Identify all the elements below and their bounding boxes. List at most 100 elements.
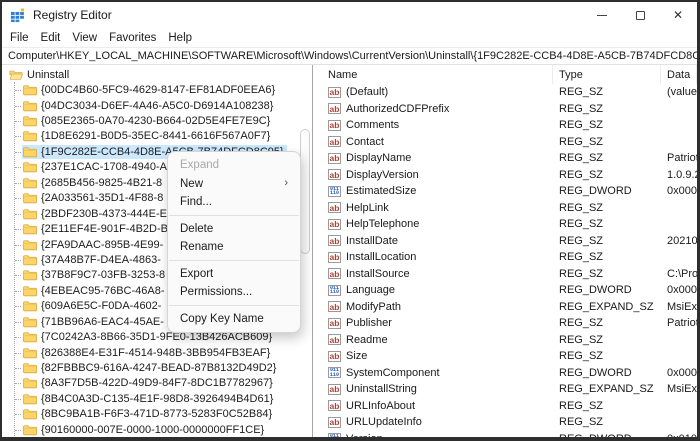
tree-item-label: {826388E4-E31F-4514-948B-3BB954FB3EAF} bbox=[41, 347, 270, 359]
tree-item[interactable]: {00DC4B60-5FC9-4629-8147-EF81ADF0EEA6} bbox=[2, 82, 298, 97]
menubar-item-file[interactable]: File bbox=[4, 28, 35, 47]
registry-value-row[interactable]: 011110 SystemComponent REG_DWORD 0x00000 bbox=[313, 365, 697, 382]
registry-value-row[interactable]: ab InstallLocation REG_SZ bbox=[313, 249, 697, 266]
menubar-item-edit[interactable]: Edit bbox=[35, 28, 67, 47]
reg-sz-icon: ab bbox=[328, 384, 341, 395]
folder-icon bbox=[23, 285, 37, 297]
value-name: InstallDate bbox=[346, 235, 398, 247]
value-pane: Name Type Data ab (Default) REG_SZ (valu… bbox=[313, 65, 697, 437]
reg-sz-icon: ab bbox=[328, 417, 341, 428]
value-name: Language bbox=[346, 284, 395, 296]
tree-item[interactable]: {085E2365-0A70-4230-B664-02D5E4FE7E9C} bbox=[2, 113, 298, 128]
value-type: REG_SZ bbox=[553, 119, 661, 131]
registry-value-row[interactable]: ab Contact REG_SZ bbox=[313, 134, 697, 151]
registry-value-row[interactable]: ab InstallSource REG_SZ C:\Prog bbox=[313, 266, 697, 283]
context-menu-item[interactable]: Export bbox=[168, 265, 300, 284]
tree-item[interactable]: {04DC3034-D6EF-4A46-A5C0-D6914A108238} bbox=[2, 98, 298, 113]
tree-item-label: {2A033561-35D1-4F88-8 bbox=[41, 192, 163, 204]
registry-value-row[interactable]: ab DisplayName REG_SZ Patriot V bbox=[313, 150, 697, 167]
value-name: DisplayName bbox=[346, 152, 411, 164]
menu-separator bbox=[169, 260, 299, 261]
registry-value-row[interactable]: 011110 Language REG_DWORD 0x00000 bbox=[313, 282, 697, 299]
column-header-name[interactable]: Name bbox=[313, 65, 553, 84]
registry-value-row[interactable]: ab InstallDate REG_SZ 2021081 bbox=[313, 233, 697, 250]
tree-item-label: {04DC3034-D6EF-4A46-A5C0-D6914A108238} bbox=[41, 100, 273, 112]
column-header-type[interactable]: Type bbox=[553, 65, 661, 84]
context-menu-item: Expand bbox=[168, 156, 300, 175]
tree-item[interactable]: {1D8E6291-B0D5-35EC-8441-6616F567A0F7} bbox=[2, 129, 298, 144]
tree-item[interactable]: {8B4C0A3D-C135-4E1F-98D8-3926494B4D61} bbox=[2, 391, 298, 406]
close-icon: ✕ bbox=[673, 9, 683, 21]
folder-icon bbox=[23, 300, 37, 312]
tree-item[interactable]: {90160000-007E-0000-1000-0000000FF1CE} bbox=[2, 422, 298, 437]
menu-separator bbox=[169, 215, 299, 216]
tree-item-label: {00DC4B60-5FC9-4629-8147-EF81ADF0EEA6} bbox=[41, 84, 275, 96]
reg-sz-icon: ab bbox=[328, 219, 341, 230]
context-menu-item[interactable]: Rename bbox=[168, 238, 300, 257]
tree-item-label: Uninstall bbox=[27, 69, 69, 81]
reg-sz-icon: ab bbox=[328, 400, 341, 411]
registry-value-row[interactable]: ab UninstallString REG_EXPAND_SZ MsiExec bbox=[313, 381, 697, 398]
tree-item[interactable]: {8BC9BA1B-F6F3-471D-8773-5283F0C52B84} bbox=[2, 407, 298, 422]
reg-sz-icon: ab bbox=[328, 120, 341, 131]
folder-icon bbox=[23, 208, 37, 220]
close-button[interactable]: ✕ bbox=[659, 2, 697, 28]
folder-icon bbox=[23, 254, 37, 266]
tree-item-root[interactable]: Uninstall bbox=[2, 67, 298, 82]
tree-scrollbar-thumb[interactable] bbox=[300, 129, 310, 254]
folder-icon bbox=[23, 161, 37, 173]
context-menu-item[interactable]: Permissions... bbox=[168, 283, 300, 302]
value-name: Size bbox=[346, 350, 367, 362]
registry-value-row[interactable]: ab URLInfoAbout REG_SZ bbox=[313, 398, 697, 415]
menubar-item-view[interactable]: View bbox=[66, 28, 103, 47]
context-menu-item[interactable]: Delete bbox=[168, 220, 300, 239]
column-header-data[interactable]: Data bbox=[661, 65, 697, 84]
registry-value-row[interactable]: ab Comments REG_SZ bbox=[313, 117, 697, 134]
registry-value-row[interactable]: ab DisplayVersion REG_SZ 1.0.9.2 bbox=[313, 167, 697, 184]
window-title: Registry Editor bbox=[33, 8, 112, 22]
registry-value-row[interactable]: ab ModifyPath REG_EXPAND_SZ MsiExec bbox=[313, 299, 697, 316]
menubar-item-label: Favorites bbox=[109, 32, 156, 44]
menubar-item-help[interactable]: Help bbox=[162, 28, 198, 47]
registry-value-row[interactable]: ab (Default) REG_SZ (value not set) bbox=[313, 84, 697, 101]
tree-item-label: {82FBBBC9-616A-4247-BEAD-87B8132D49D2} bbox=[41, 362, 276, 374]
tree-item-label: {1D8E6291-B0D5-35EC-8441-6616F567A0F7} bbox=[41, 130, 270, 142]
reg-dword-icon: 011110 bbox=[328, 285, 341, 296]
folder-icon bbox=[23, 100, 37, 112]
tree-item[interactable]: {8A3F7D5B-422D-49D9-84F7-8DC1B7782967} bbox=[2, 376, 298, 391]
registry-editor-icon bbox=[10, 8, 25, 23]
registry-value-row[interactable]: ab HelpLink REG_SZ bbox=[313, 200, 697, 217]
tree-item-label: {2FA9DAAC-895B-4E99- bbox=[41, 239, 163, 251]
maximize-button[interactable] bbox=[621, 2, 659, 28]
folder-icon bbox=[23, 316, 37, 328]
minimize-button[interactable] bbox=[583, 2, 621, 28]
value-type: REG_SZ bbox=[553, 416, 661, 428]
reg-sz-icon: ab bbox=[328, 334, 341, 345]
maximize-icon bbox=[636, 11, 645, 20]
reg-sz-icon: ab bbox=[328, 202, 341, 213]
reg-sz-icon: ab bbox=[328, 301, 341, 312]
value-type: REG_SZ bbox=[553, 103, 661, 115]
tree-item[interactable]: {826388E4-E31F-4514-948B-3BB954FB3EAF} bbox=[2, 345, 298, 360]
reg-dword-icon: 011110 bbox=[328, 186, 341, 197]
registry-value-row[interactable]: ab HelpTelephone REG_SZ bbox=[313, 216, 697, 233]
context-menu-item[interactable]: Copy Key Name bbox=[168, 310, 300, 329]
reg-dword-icon: 011110 bbox=[328, 433, 341, 437]
registry-value-row[interactable]: 011110 Version REG_DWORD 0x01000 bbox=[313, 431, 697, 438]
registry-value-row[interactable]: ab URLUpdateInfo REG_SZ bbox=[313, 414, 697, 431]
menubar-item-favorites[interactable]: Favorites bbox=[103, 28, 162, 47]
registry-value-row[interactable]: ab Publisher REG_SZ Patriot M bbox=[313, 315, 697, 332]
folder-icon bbox=[23, 331, 37, 343]
registry-value-row[interactable]: 011110 EstimatedSize REG_DWORD 0x00000 bbox=[313, 183, 697, 200]
address-bar[interactable]: Computer\HKEY_LOCAL_MACHINE\SOFTWARE\Mic… bbox=[2, 47, 697, 65]
registry-value-row[interactable]: ab Readme REG_SZ bbox=[313, 332, 697, 349]
registry-value-row[interactable]: ab AuthorizedCDFPrefix REG_SZ bbox=[313, 101, 697, 118]
context-menu-item[interactable]: New › bbox=[168, 175, 300, 194]
context-menu-item-label: Permissions... bbox=[180, 286, 252, 298]
value-data: 0x00000 bbox=[661, 284, 697, 296]
tree-item-label: {8BC9BA1B-F6F3-471D-8773-5283F0C52B84} bbox=[41, 408, 272, 420]
registry-value-row[interactable]: ab Size REG_SZ bbox=[313, 348, 697, 365]
context-menu-item[interactable]: Find... bbox=[168, 193, 300, 212]
title-bar[interactable]: Registry Editor ✕ bbox=[2, 2, 697, 28]
tree-item[interactable]: {82FBBBC9-616A-4247-BEAD-87B8132D49D2} bbox=[2, 360, 298, 375]
